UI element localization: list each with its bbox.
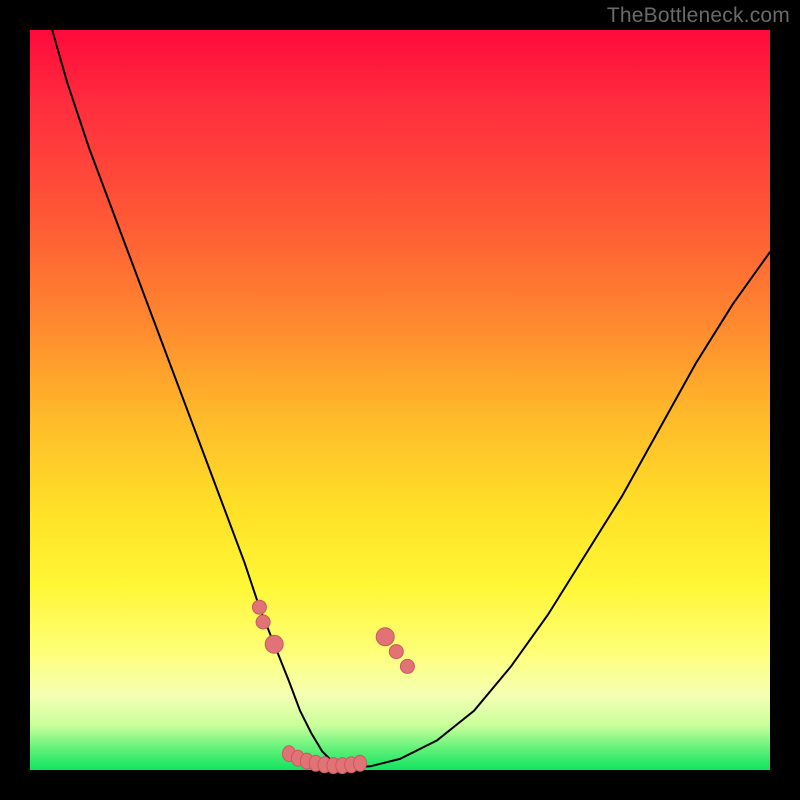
marker-dot [265, 635, 283, 653]
marker-dot [256, 615, 270, 629]
marker-dot [389, 645, 403, 659]
bottleneck-curve [52, 30, 770, 768]
marker-dot [376, 628, 394, 646]
chart-svg [30, 30, 770, 770]
plot-area [30, 30, 770, 770]
marker-dot [252, 600, 266, 614]
watermark-text: TheBottleneck.com [607, 4, 790, 28]
markers-right [376, 628, 414, 674]
marker-dot [400, 659, 414, 673]
marker-pill [354, 755, 367, 771]
markers-left [252, 600, 283, 653]
chart-frame: TheBottleneck.com [0, 0, 800, 800]
markers-bottom [283, 746, 367, 774]
